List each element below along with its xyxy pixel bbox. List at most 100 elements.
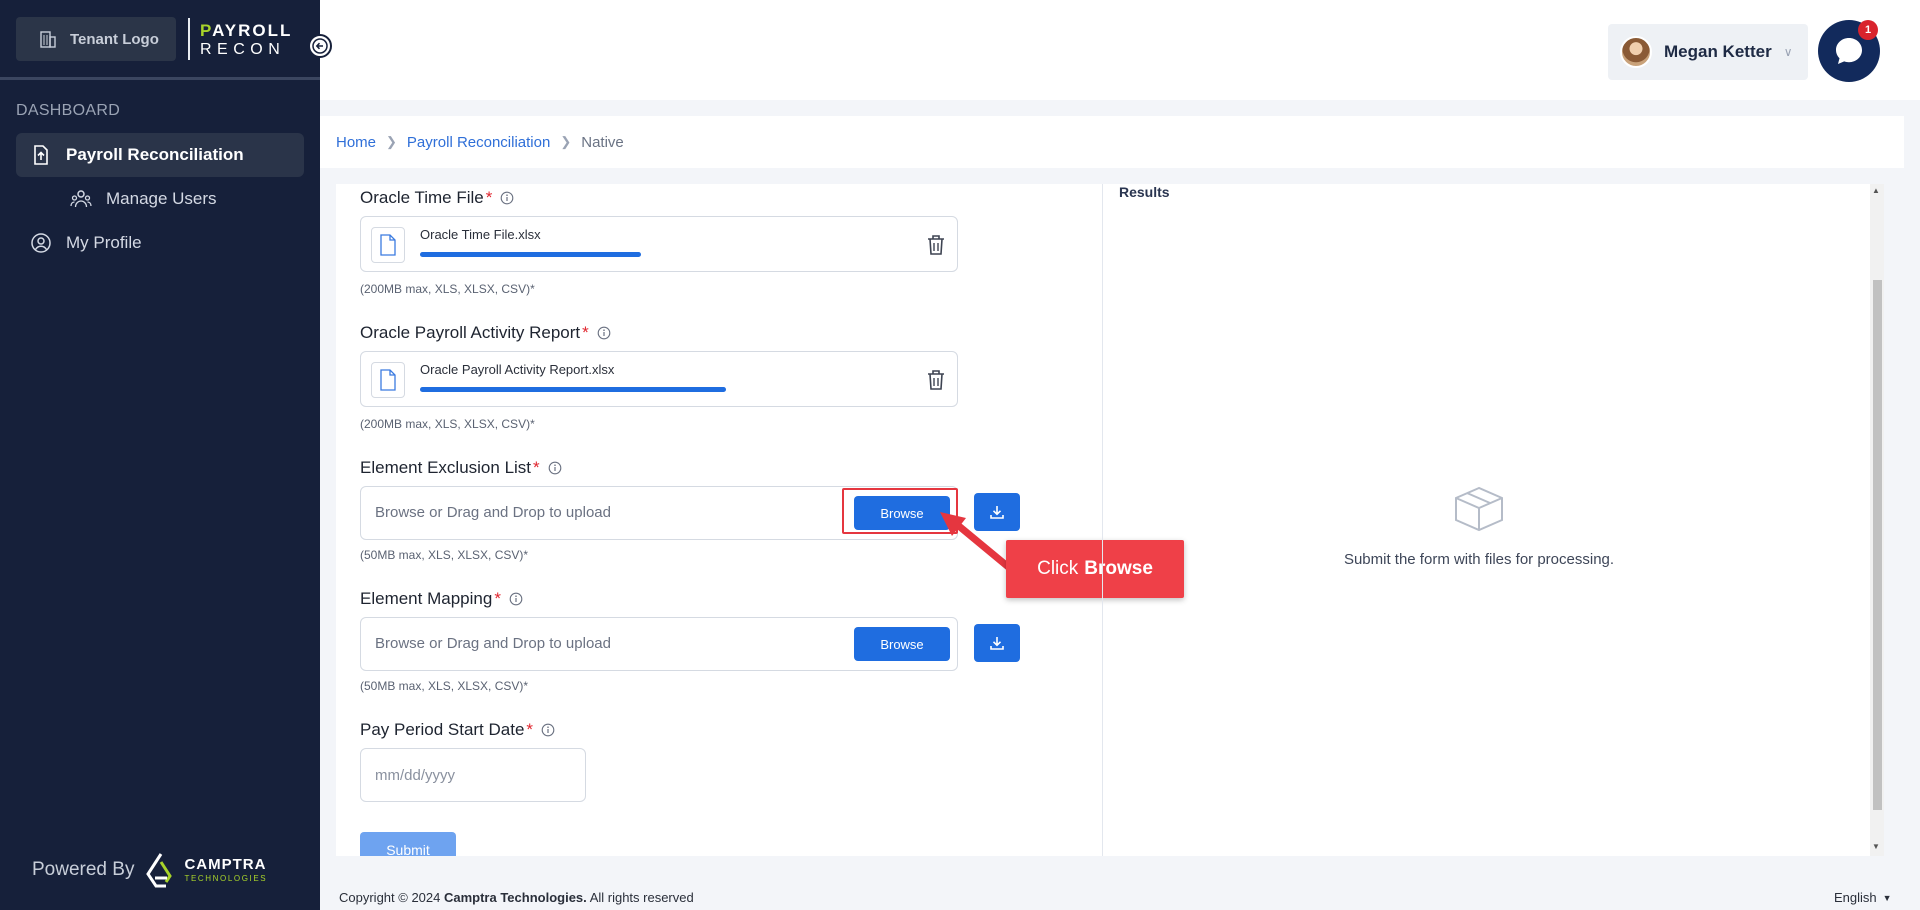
chat-bubble-icon bbox=[1836, 38, 1862, 64]
breadcrumb-payroll-reconciliation[interactable]: Payroll Reconciliation bbox=[407, 134, 550, 151]
column-divider bbox=[1102, 184, 1103, 856]
browse-button[interactable]: Browse bbox=[854, 627, 950, 661]
file-hint: (50MB max, XLS, XLSX, CSV)* bbox=[360, 679, 529, 693]
file-name: Oracle Time File.xlsx bbox=[420, 227, 541, 242]
scroll-down-icon[interactable]: ▼ bbox=[1872, 842, 1880, 851]
breadcrumb-chevron-icon: ❯ bbox=[386, 134, 397, 149]
building-icon bbox=[40, 31, 56, 48]
info-icon[interactable] bbox=[548, 461, 562, 475]
file-hint: (200MB max, XLS, XLSX, CSV)* bbox=[360, 417, 535, 431]
oracle-payroll-activity-report-upload: Oracle Payroll Activity Report.xlsx bbox=[360, 351, 958, 407]
dropzone-placeholder: Browse or Drag and Drop to upload bbox=[375, 635, 611, 652]
sidebar-item-label: My Profile bbox=[66, 233, 142, 252]
file-hint: (200MB max, XLS, XLSX, CSV)* bbox=[360, 282, 535, 296]
required-marker: * bbox=[582, 323, 589, 342]
element-mapping-label: Element Mapping * bbox=[360, 589, 523, 609]
camptra-mark-icon bbox=[146, 853, 173, 888]
powered-by: Powered By CAMPTRA TECHNOLOGIES bbox=[32, 852, 267, 888]
breadcrumb: Home ❯ Payroll Reconciliation ❯ Native bbox=[320, 116, 1904, 168]
breadcrumb-current: Native bbox=[581, 133, 624, 151]
trash-icon[interactable] bbox=[925, 233, 947, 257]
callout-prefix: Click bbox=[1037, 558, 1079, 579]
empty-state-message: Submit the form with files for processin… bbox=[1343, 551, 1615, 568]
collapse-sidebar-button[interactable] bbox=[308, 34, 332, 58]
results-empty-state: Submit the form with files for processin… bbox=[1119, 484, 1839, 568]
powered-by-label: Powered By bbox=[32, 859, 135, 880]
tenant-logo-label: Tenant Logo bbox=[70, 30, 159, 48]
info-icon[interactable] bbox=[500, 191, 514, 205]
breadcrumb-home[interactable]: Home bbox=[336, 134, 376, 151]
sidebar-item-my-profile[interactable]: My Profile bbox=[16, 221, 304, 265]
field-label: Pay Period Start Date bbox=[360, 720, 525, 739]
progress-fill bbox=[420, 252, 641, 257]
field-label: Element Mapping bbox=[360, 589, 493, 608]
scroll-up-icon[interactable]: ▲ bbox=[1872, 186, 1880, 195]
element-exclusion-list-label: Element Exclusion List * bbox=[360, 458, 562, 478]
required-marker: * bbox=[485, 188, 493, 207]
empty-box-icon bbox=[1455, 486, 1503, 532]
sidebar: Tenant Logo PAYROLL RECON DASHBOARD Payr… bbox=[0, 0, 332, 910]
language-selector[interactable]: English ▼ bbox=[1834, 890, 1892, 905]
info-icon[interactable] bbox=[597, 326, 611, 340]
chevron-down-icon: ▼ bbox=[1882, 892, 1892, 903]
company-name: Camptra Technologies. bbox=[443, 890, 587, 905]
breadcrumb-chevron-icon: ❯ bbox=[560, 134, 572, 149]
start-date-input[interactable]: mm/dd/yyyy bbox=[360, 748, 586, 802]
sidebar-item-label: Manage Users bbox=[106, 189, 217, 208]
field-label: Element Exclusion List bbox=[360, 458, 532, 477]
logo-bottom: RECON bbox=[200, 41, 286, 58]
notification-badge: 1 bbox=[1858, 20, 1878, 40]
progress-fill bbox=[420, 387, 726, 392]
rights: All rights reserved bbox=[589, 890, 694, 905]
info-icon[interactable] bbox=[541, 723, 555, 737]
camptra-logo: CAMPTRA TECHNOLOGIES bbox=[144, 852, 267, 888]
arrow-left-icon bbox=[312, 38, 328, 54]
oracle-time-file-label: Oracle Time File * bbox=[360, 188, 514, 208]
language-label: English bbox=[1834, 890, 1877, 905]
file-icon bbox=[371, 227, 405, 263]
users-icon bbox=[70, 190, 92, 208]
download-template-button[interactable] bbox=[974, 624, 1020, 662]
file-name: Oracle Payroll Activity Report.xlsx bbox=[420, 362, 615, 377]
chevron-down-icon: ∨ bbox=[1783, 45, 1793, 59]
footer: Copyright © 2024 Camptra Technologies. A… bbox=[339, 890, 694, 905]
field-label: Oracle Time File bbox=[360, 188, 484, 207]
sidebar-item-payroll-reconciliation[interactable]: Payroll Reconciliation bbox=[16, 133, 304, 177]
file-hint: (50MB max, XLS, XLSX, CSV)* bbox=[360, 548, 529, 562]
required-marker: * bbox=[526, 720, 534, 739]
download-icon bbox=[990, 637, 1004, 650]
brand-area: Tenant Logo PAYROLL RECON bbox=[0, 0, 320, 80]
pay-period-start-date-label: Pay Period Start Date * bbox=[360, 720, 555, 740]
logo-top-rest: AYROLL bbox=[212, 21, 293, 40]
camptra-name: CAMPTRA bbox=[184, 856, 267, 873]
upload-progress-bar bbox=[420, 252, 641, 257]
results-title: Results bbox=[1119, 184, 1170, 200]
oracle-payroll-activity-report-label: Oracle Payroll Activity Report * bbox=[360, 323, 611, 343]
camptra-sub: TECHNOLOGIES bbox=[184, 874, 268, 883]
scrollbar-thumb[interactable] bbox=[1873, 280, 1882, 810]
user-name: Megan Ketter bbox=[1664, 42, 1772, 61]
required-marker: * bbox=[494, 589, 501, 608]
user-circle-icon bbox=[31, 233, 51, 253]
user-menu[interactable]: Megan Ketter ∨ bbox=[1608, 24, 1808, 80]
trash-icon[interactable] bbox=[925, 368, 947, 392]
logo-letter-p: P bbox=[200, 21, 213, 40]
upload-progress-bar bbox=[420, 387, 726, 392]
file-icon bbox=[371, 362, 405, 398]
element-mapping-dropzone[interactable]: Browse or Drag and Drop to upload Browse bbox=[360, 617, 958, 671]
oracle-time-file-upload: Oracle Time File.xlsx bbox=[360, 216, 958, 272]
brand-divider bbox=[188, 18, 190, 60]
tenant-logo: Tenant Logo bbox=[16, 17, 176, 61]
field-label: Oracle Payroll Activity Report bbox=[360, 323, 581, 342]
copyright: Copyright © 2024 bbox=[339, 890, 441, 905]
main-card: Oracle Time File * Oracle Time File.xlsx … bbox=[336, 184, 1884, 856]
required-marker: * bbox=[533, 458, 540, 477]
info-icon[interactable] bbox=[509, 592, 523, 606]
dropzone-placeholder: Browse or Drag and Drop to upload bbox=[375, 504, 611, 521]
sidebar-item-manage-users[interactable]: Manage Users bbox=[16, 177, 304, 221]
section-label-dashboard: DASHBOARD bbox=[16, 102, 121, 119]
sidebar-item-label: Payroll Reconciliation bbox=[66, 145, 244, 164]
upload-file-icon bbox=[34, 145, 48, 165]
payroll-recon-logo: PAYROLL RECON bbox=[200, 22, 292, 58]
submit-button[interactable]: Submit bbox=[360, 832, 456, 856]
